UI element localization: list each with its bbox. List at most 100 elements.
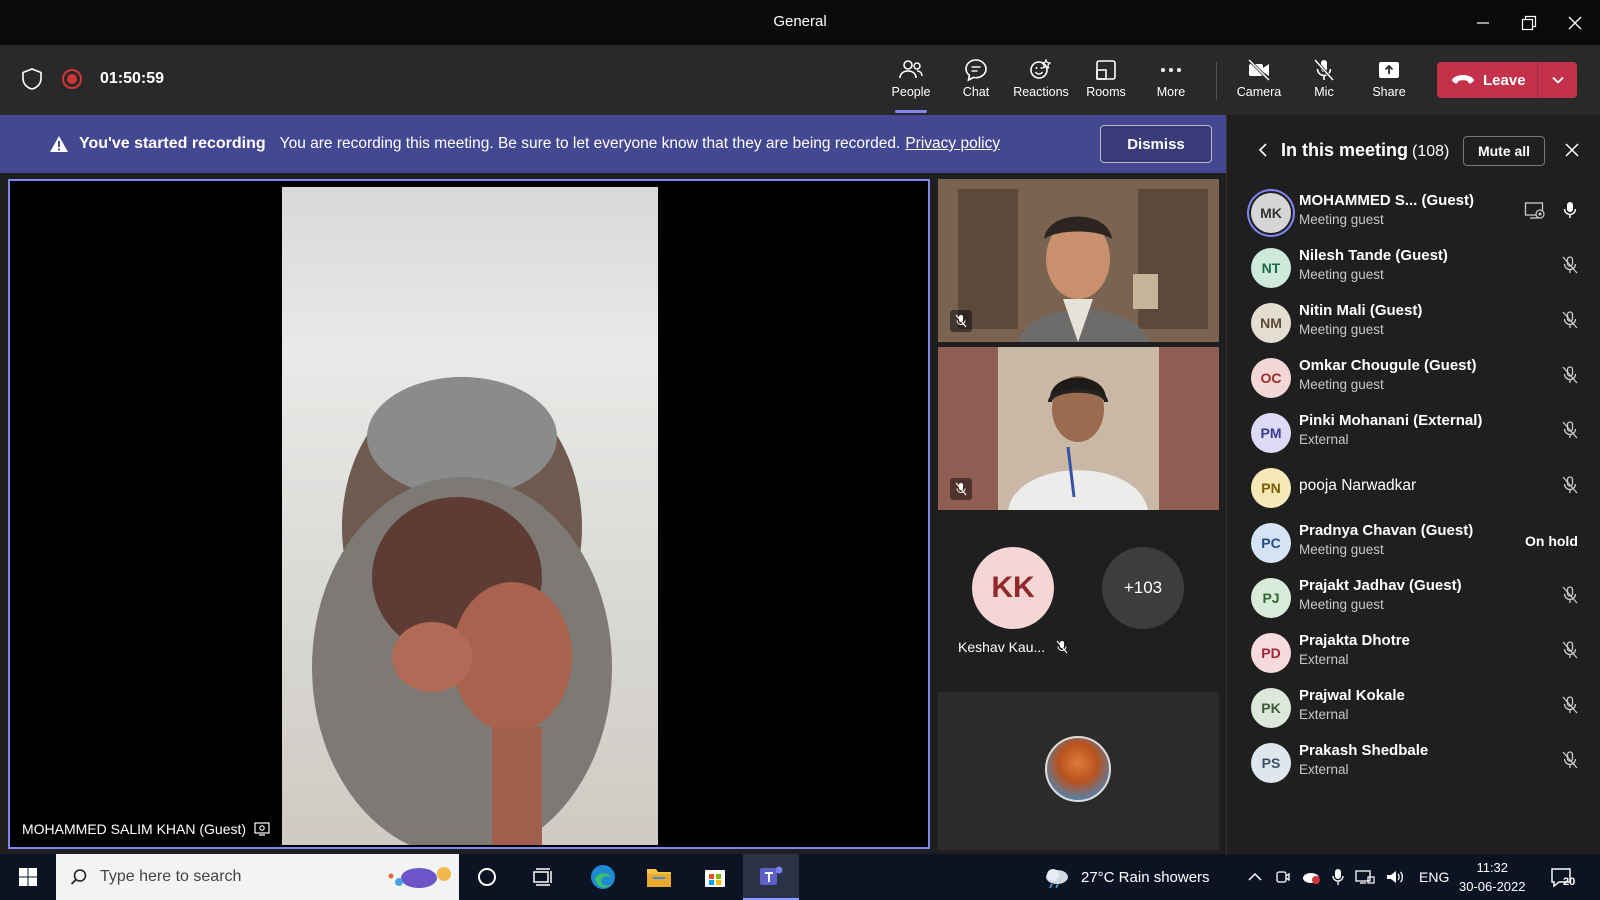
dismiss-button[interactable]: Dismiss bbox=[1100, 125, 1212, 163]
hang-up-icon bbox=[1452, 75, 1474, 84]
rooms-button[interactable]: Rooms bbox=[1076, 57, 1136, 107]
participant-name: pooja Narwadkar bbox=[1299, 477, 1417, 494]
close-window-button[interactable] bbox=[1552, 0, 1598, 45]
mic-off-icon bbox=[1056, 640, 1068, 654]
participant-row[interactable]: NT Nilesh Tande (Guest) Meeting guest bbox=[1227, 240, 1600, 295]
search-icon bbox=[70, 869, 87, 885]
mute-all-button[interactable]: Mute all bbox=[1463, 136, 1545, 166]
close-icon bbox=[1568, 16, 1582, 29]
mic-off-icon[interactable] bbox=[1560, 640, 1580, 665]
chevron-left-icon[interactable] bbox=[1255, 142, 1271, 158]
mic-off-icon[interactable] bbox=[1560, 750, 1580, 775]
restore-button[interactable] bbox=[1506, 0, 1552, 45]
muted-indicator bbox=[950, 310, 972, 332]
leave-button[interactable]: Leave bbox=[1437, 72, 1537, 89]
participant-role: Meeting guest bbox=[1299, 212, 1384, 227]
mic-off-icon bbox=[955, 314, 967, 328]
camera-button[interactable]: Camera bbox=[1229, 57, 1289, 107]
leave-button-group: Leave bbox=[1437, 62, 1577, 98]
mic-off-icon[interactable] bbox=[1560, 585, 1580, 610]
leave-label: Leave bbox=[1483, 71, 1526, 89]
start-button[interactable] bbox=[0, 854, 56, 900]
participant-name: Prajakta Dhotre bbox=[1299, 632, 1410, 649]
reactions-button[interactable]: Reactions bbox=[1011, 57, 1071, 107]
participant-row[interactable]: OC Omkar Chougule (Guest) Meeting guest bbox=[1227, 350, 1600, 405]
chevron-up-icon[interactable] bbox=[1247, 869, 1263, 885]
participant-name: Prajwal Kokale bbox=[1299, 687, 1405, 704]
weather-widget[interactable]: 27°C Rain showers bbox=[1043, 854, 1210, 900]
notification-center-button[interactable]: 20 bbox=[1550, 854, 1575, 900]
edge-taskbar-button[interactable] bbox=[575, 854, 631, 900]
participant-role: Meeting guest bbox=[1299, 597, 1384, 612]
microphone-icon[interactable] bbox=[1331, 868, 1345, 886]
participant-row[interactable]: MK MOHAMMED S... (Guest) Meeting guest bbox=[1227, 185, 1600, 240]
panel-header: In this meeting (108) Mute all bbox=[1227, 115, 1600, 185]
chat-icon bbox=[965, 59, 987, 82]
mic-off-icon[interactable] bbox=[1560, 420, 1580, 445]
mic-off-icon[interactable] bbox=[1560, 310, 1580, 335]
toolbar-divider bbox=[1216, 62, 1217, 100]
people-button[interactable]: People bbox=[881, 57, 941, 113]
meet-now-icon[interactable] bbox=[1275, 869, 1291, 885]
leave-options-button[interactable] bbox=[1538, 73, 1577, 87]
taskbar-clock[interactable]: 11:32 30-06-2022 bbox=[1459, 858, 1526, 896]
taskbar-search-box[interactable] bbox=[56, 854, 459, 900]
participant-role: Meeting guest bbox=[1299, 542, 1384, 557]
clock-date: 30-06-2022 bbox=[1459, 879, 1526, 894]
close-icon[interactable] bbox=[1563, 141, 1581, 159]
camera-off-icon bbox=[1247, 58, 1271, 82]
edge-icon bbox=[591, 865, 615, 889]
volume-icon[interactable] bbox=[1385, 869, 1405, 885]
participant-name: Omkar Chougule (Guest) bbox=[1299, 357, 1477, 374]
network-icon[interactable] bbox=[1355, 869, 1375, 885]
panel-title: In this meeting (108) bbox=[1281, 140, 1449, 161]
language-indicator[interactable]: ENG bbox=[1419, 869, 1449, 885]
overflow-participants-button[interactable]: +103 bbox=[1102, 547, 1184, 629]
main-video-tile[interactable]: MOHAMMED SALIM KHAN (Guest) bbox=[8, 179, 930, 849]
minimize-button[interactable] bbox=[1460, 0, 1506, 45]
video-tile-participant-1[interactable] bbox=[938, 179, 1219, 342]
participant-row[interactable]: PK Prajwal Kokale External bbox=[1227, 680, 1600, 735]
self-view-tile[interactable] bbox=[938, 692, 1219, 850]
file-explorer-button[interactable] bbox=[631, 854, 687, 900]
participant-row[interactable]: PN pooja Narwadkar bbox=[1227, 460, 1600, 515]
participant-row[interactable]: PS Prakash Shedbale External bbox=[1227, 735, 1600, 790]
chat-button[interactable]: Chat bbox=[946, 57, 1006, 107]
search-input[interactable] bbox=[100, 868, 360, 886]
mic-off-icon[interactable] bbox=[1560, 475, 1580, 500]
share-button[interactable]: Share bbox=[1359, 57, 1419, 107]
teams-taskbar-button[interactable] bbox=[743, 854, 799, 900]
mic-on-icon[interactable] bbox=[1560, 200, 1580, 225]
participant-row[interactable]: PD Prajakta Dhotre External bbox=[1227, 625, 1600, 680]
participant-avatar: PK bbox=[1251, 688, 1291, 728]
people-label: People bbox=[891, 85, 931, 99]
store-button[interactable] bbox=[687, 854, 743, 900]
rooms-label: Rooms bbox=[1086, 85, 1126, 99]
participant-avatar-kk[interactable]: KK bbox=[972, 547, 1054, 629]
mic-label: Mic bbox=[1314, 85, 1334, 99]
system-tray: ENG bbox=[1247, 854, 1449, 900]
teams-icon bbox=[760, 866, 783, 885]
more-button[interactable]: More bbox=[1141, 57, 1201, 107]
participant-count: (108) bbox=[1412, 143, 1450, 160]
participant-avatar: PN bbox=[1251, 468, 1291, 508]
sharing-icon bbox=[1524, 201, 1546, 226]
participant-row[interactable]: PC Pradnya Chavan (Guest) Meeting guest On … bbox=[1227, 515, 1600, 570]
video-frame-image bbox=[938, 347, 1219, 510]
mic-button[interactable]: Mic bbox=[1294, 57, 1354, 107]
participant-row[interactable]: NM Nitin Mali (Guest) Meeting guest bbox=[1227, 295, 1600, 350]
mic-off-icon[interactable] bbox=[1560, 365, 1580, 390]
privacy-policy-link[interactable]: Privacy policy bbox=[905, 135, 1000, 153]
shield-icon[interactable] bbox=[20, 67, 44, 91]
mic-off-icon[interactable] bbox=[1560, 255, 1580, 280]
cortana-button[interactable] bbox=[459, 854, 515, 900]
participant-row[interactable]: PJ Prajakt Jadhav (Guest) Meeting guest bbox=[1227, 570, 1600, 625]
banner-title: You've started recording bbox=[79, 135, 266, 152]
task-view-button[interactable] bbox=[515, 854, 571, 900]
mic-off-icon bbox=[1313, 58, 1335, 82]
participant-row[interactable]: PM Pinki Mohanani (External) External bbox=[1227, 405, 1600, 460]
video-tile-participant-2[interactable] bbox=[938, 347, 1219, 510]
participant-avatar: PJ bbox=[1251, 578, 1291, 618]
mic-off-icon[interactable] bbox=[1560, 695, 1580, 720]
onedrive-icon[interactable] bbox=[1301, 869, 1321, 885]
